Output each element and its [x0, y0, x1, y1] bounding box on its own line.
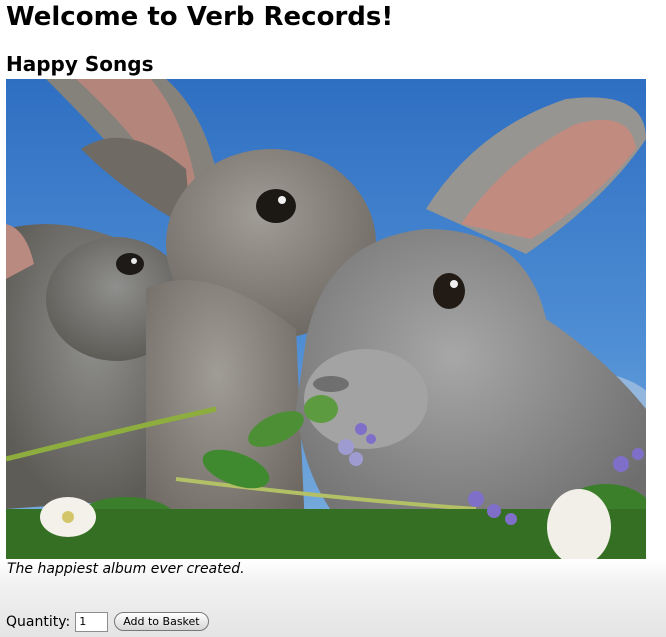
purchase-form: Quantity: Add to Basket [6, 611, 209, 632]
page-title: Welcome to Verb Records! [6, 2, 394, 32]
quantity-label: Quantity: [6, 613, 71, 630]
quantity-input[interactable] [75, 611, 109, 632]
album-title: Happy Songs [6, 52, 154, 76]
album-caption: The happiest album ever created. [7, 561, 245, 577]
album-cover-image [6, 79, 646, 559]
add-to-basket-button[interactable]: Add to Basket [114, 612, 209, 631]
